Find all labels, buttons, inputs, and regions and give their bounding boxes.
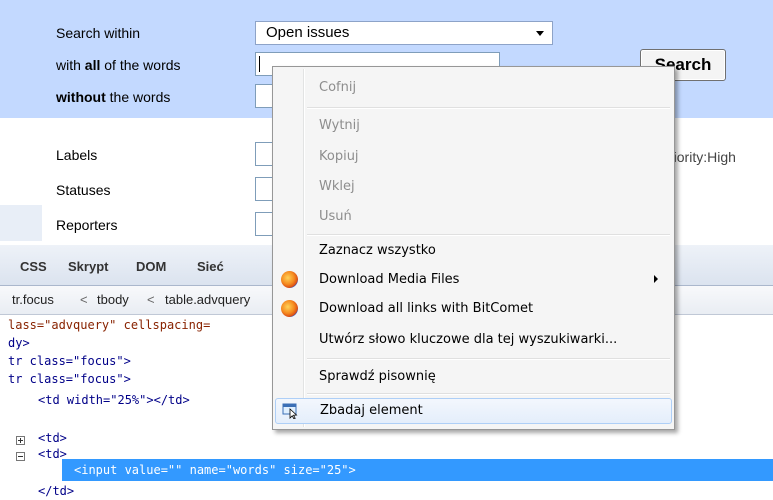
- menu-item-label: Download Media Files: [319, 272, 460, 287]
- menu-item-label: Sprawdź pisownię: [319, 369, 436, 384]
- breadcrumb-separator: <: [80, 292, 88, 307]
- selected-node-row[interactable]: <input value="" name="words" size="25">: [62, 459, 773, 481]
- menu-item-label: Wklej: [319, 179, 355, 194]
- menu-item-select-all[interactable]: Zaznacz wszystko: [275, 238, 672, 264]
- code-line[interactable]: tr class="focus">: [8, 352, 131, 370]
- without-words-label: without the words: [56, 89, 171, 105]
- breadcrumb-item[interactable]: tbody: [97, 286, 129, 314]
- breadcrumb-item[interactable]: tr.focus: [12, 286, 54, 314]
- tab-net[interactable]: Sieć: [197, 259, 224, 274]
- menu-item-label: Utwórz słowo kluczowe dla tej wyszukiwar…: [319, 332, 618, 347]
- side-tab[interactable]: [0, 205, 42, 241]
- menu-item-label: Zbadaj element: [320, 403, 423, 418]
- code-line: <input value="" name="words" size="25">: [74, 463, 356, 477]
- menu-item-label: Download all links with BitComet: [319, 301, 534, 316]
- expand-icon[interactable]: [16, 436, 25, 445]
- menu-item-paste[interactable]: Wklej: [275, 174, 672, 200]
- dropdown-arrow-icon: [536, 31, 544, 36]
- firefox-addon-icon: [281, 271, 298, 288]
- tab-css[interactable]: CSS: [20, 259, 47, 274]
- search-scope-value: Open issues: [266, 24, 350, 41]
- menu-item-spellcheck[interactable]: Sprawdź pisownię: [275, 364, 672, 390]
- statuses-label: Statuses: [56, 182, 111, 198]
- labels-hint: riority:High: [669, 149, 736, 165]
- menu-item-add-keyword[interactable]: Utwórz słowo kluczowe dla tej wyszukiwar…: [275, 327, 672, 353]
- menu-item-label: Kopiuj: [319, 149, 359, 164]
- reporters-label: Reporters: [56, 217, 118, 233]
- menu-separator: [307, 234, 670, 236]
- menu-item-undo[interactable]: Cofnij: [275, 75, 672, 101]
- tab-dom[interactable]: DOM: [136, 259, 166, 274]
- labels-label: Labels: [56, 147, 98, 163]
- menu-item-cut[interactable]: Wytnij: [275, 113, 672, 139]
- text-caret: [259, 56, 260, 72]
- menu-item-inspect-element[interactable]: Zbadaj element: [275, 398, 672, 424]
- search-scope-select[interactable]: Open issues: [255, 21, 553, 45]
- menu-item-label: Zaznacz wszystko: [319, 243, 436, 258]
- tab-script[interactable]: Skrypt: [68, 259, 108, 274]
- search-within-label: Search within: [56, 25, 141, 41]
- code-line[interactable]: <td width="25%"></td>: [38, 391, 190, 409]
- breadcrumb-separator: <: [147, 292, 155, 307]
- menu-item-download-media[interactable]: Download Media Files: [275, 267, 672, 293]
- menu-separator: [307, 393, 670, 395]
- menu-item-copy[interactable]: Kopiuj: [275, 144, 672, 170]
- menu-separator: [307, 358, 670, 360]
- context-menu: Cofnij Wytnij Kopiuj Wklej Usuń Zaznacz …: [272, 66, 675, 430]
- firefox-addon-icon: [281, 300, 298, 317]
- code-line: lass="advquery" cellspacing=: [8, 318, 211, 332]
- menu-item-delete[interactable]: Usuń: [275, 204, 672, 230]
- menu-item-label: Usuń: [319, 209, 352, 224]
- breadcrumb-item[interactable]: table.advquery: [165, 286, 250, 314]
- code-line[interactable]: dy>: [8, 334, 30, 352]
- menu-separator: [307, 107, 670, 109]
- code-line[interactable]: tr class="focus">: [8, 370, 131, 388]
- menu-item-label: Wytnij: [319, 118, 360, 133]
- submenu-arrow-icon: [654, 275, 658, 283]
- inspect-element-icon: [282, 403, 298, 419]
- menu-item-bitcomet[interactable]: Download all links with BitComet: [275, 296, 672, 322]
- collapse-icon[interactable]: [16, 452, 25, 461]
- menu-item-label: Cofnij: [319, 80, 357, 95]
- code-line[interactable]: </td>: [38, 482, 74, 500]
- all-words-label: with all of the words: [56, 57, 181, 73]
